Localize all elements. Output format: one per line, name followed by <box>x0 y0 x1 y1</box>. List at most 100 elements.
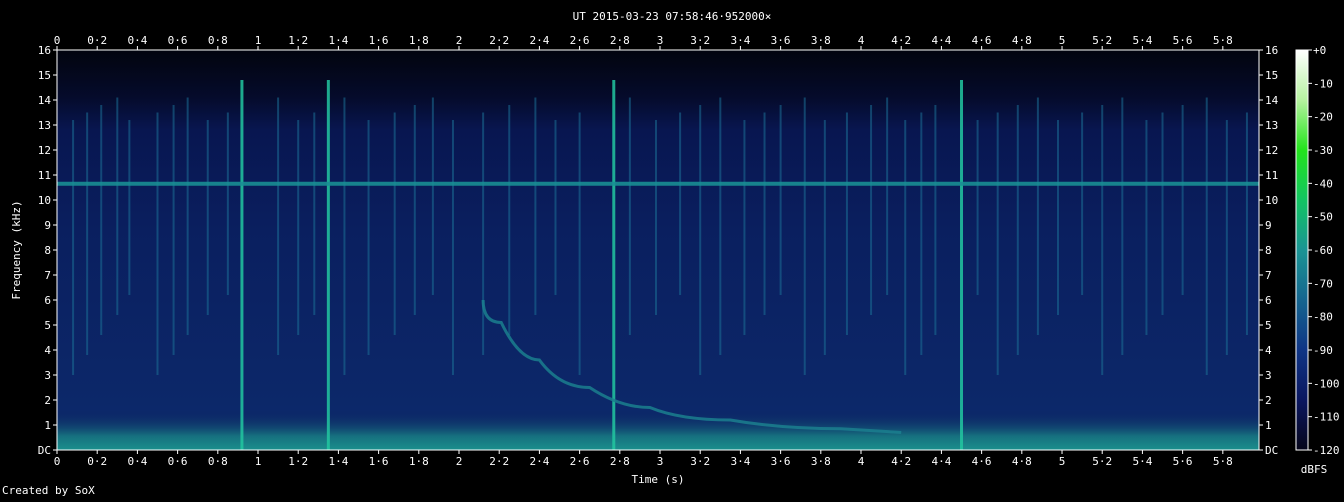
x-tick-label-bottom: 3·8 <box>811 455 831 468</box>
x-tick-label-top: 1·2 <box>288 34 308 47</box>
x-tick-label-bottom: 5·6 <box>1173 455 1193 468</box>
sferic-line <box>100 105 103 335</box>
sferic-line <box>72 120 75 375</box>
x-tick-label-bottom: 1 <box>255 455 262 468</box>
y-tick-label-left: 11 <box>38 169 51 182</box>
x-tick-label-bottom: 3·6 <box>771 455 791 468</box>
colorbar-tick-label: -70 <box>1313 277 1333 290</box>
spectrogram-chart: UT 2015-03-23 07:58:46·952000× 0 0 0·2 0·2 0… <box>2 10 1340 497</box>
y-tick-label-right: 12 <box>1265 144 1278 157</box>
sferic-line <box>845 112 848 335</box>
x-tick-label-top: 3·4 <box>730 34 750 47</box>
sferic-line <box>172 105 175 355</box>
x-tick-label-top: 0·4 <box>127 34 147 47</box>
x-tick-label-bottom: 5·8 <box>1213 455 1233 468</box>
sferic-line <box>393 112 396 335</box>
x-tick-label-bottom: 4·4 <box>931 455 951 468</box>
x-tick-label-top: 4 <box>858 34 865 47</box>
colorbar-tick-label: -80 <box>1313 311 1333 324</box>
y-tick-label-right: 6 <box>1265 294 1272 307</box>
sferic-line <box>128 120 131 295</box>
y-tick-label-left: DC <box>38 444 51 457</box>
sferic-line <box>743 120 746 335</box>
x-tick-label-top: 2·6 <box>570 34 590 47</box>
x-tick-label-top: 0·2 <box>87 34 107 47</box>
x-tick-label-top: 3 <box>657 34 664 47</box>
sferic-line <box>1245 112 1248 335</box>
sferic-line <box>920 112 923 355</box>
sferic-line <box>578 112 581 375</box>
y-tick-label-left: 16 <box>38 44 51 57</box>
x-tick-label-top: 4·6 <box>972 34 992 47</box>
sferic-line <box>451 120 454 375</box>
sferic-line <box>628 97 631 335</box>
sferic-line <box>508 105 511 335</box>
x-tick-label-top: 4·8 <box>1012 34 1032 47</box>
x-tick-label-bottom: 3·4 <box>730 455 750 468</box>
sferic-line <box>186 97 189 335</box>
strong-sferic-line <box>326 80 330 450</box>
plot-background <box>57 50 1259 450</box>
y-tick-label-right: 8 <box>1265 244 1272 257</box>
x-axis-label: Time (s) <box>632 473 685 486</box>
plot-area <box>56 49 1260 451</box>
low-frequency-band <box>57 410 1259 450</box>
x-tick-label-top: 5·4 <box>1132 34 1152 47</box>
colorbar-tick-label: -90 <box>1313 344 1333 357</box>
sferic-line <box>934 105 937 335</box>
x-tick-label-top: 2 <box>456 34 463 47</box>
x-tick-label-bottom: 1·8 <box>409 455 429 468</box>
strong-sferic-line <box>612 80 616 450</box>
strong-sferic-line <box>960 80 964 450</box>
x-tick-label-top: 1·4 <box>328 34 348 47</box>
y-tick-label-left: 4 <box>44 344 51 357</box>
sferic-line <box>1081 112 1084 295</box>
y-tick-label-right: 11 <box>1265 169 1278 182</box>
y-tick-label-right: 13 <box>1265 119 1278 132</box>
x-tick-label-top: 3·6 <box>771 34 791 47</box>
y-tick-label-left: 8 <box>44 244 51 257</box>
sferic-line <box>1056 120 1059 315</box>
sferic-line <box>413 105 416 315</box>
y-tick-label-right: 5 <box>1265 319 1272 332</box>
y-tick-label-right: 4 <box>1265 344 1272 357</box>
y-tick-label-right: 16 <box>1265 44 1278 57</box>
x-tick-label-bottom: 4·8 <box>1012 455 1032 468</box>
x-tick-label-bottom: 5·4 <box>1132 455 1152 468</box>
colorbar: +0 -10 -20 -30 -40 -50 -60 -70 -80 -90 -100 -110 -12… <box>1295 44 1340 476</box>
colorbar-tick-label: -20 <box>1313 111 1333 124</box>
tone-band <box>57 181 1259 186</box>
x-tick-label-bottom: 3 <box>657 455 664 468</box>
y-tick-label-right: 2 <box>1265 394 1272 407</box>
sferic-line <box>431 97 434 295</box>
colorbar-tick-label: -110 <box>1313 411 1340 424</box>
sferic-line <box>343 97 346 375</box>
y-tick-label-left: 7 <box>44 269 51 282</box>
y-tick-label-right: 9 <box>1265 219 1272 232</box>
sferic-line <box>1225 120 1228 355</box>
x-tick-label-top: 4·2 <box>891 34 911 47</box>
sferic-line <box>870 105 873 315</box>
sferic-line <box>679 112 682 295</box>
sferic-line <box>534 97 537 315</box>
sferic-line <box>904 120 907 375</box>
sferic-line <box>206 120 209 315</box>
x-tick-label-top: 4·4 <box>931 34 951 47</box>
sferic-line <box>719 97 722 355</box>
sferic-line <box>803 97 806 375</box>
sferic-line <box>554 120 557 295</box>
x-tick-label-bottom: 2 <box>456 455 463 468</box>
x-tick-label-bottom: 4·6 <box>972 455 992 468</box>
sferic-line <box>367 120 370 355</box>
created-by-credit: Created by SoX <box>2 484 95 497</box>
y-tick-label-left: 10 <box>38 194 51 207</box>
x-tick-label-bottom: 4·2 <box>891 455 911 468</box>
sferic-line <box>996 112 999 375</box>
x-tick-label-top: 1·8 <box>409 34 429 47</box>
colorbar-tick-label: -40 <box>1313 177 1333 190</box>
colorbar-gradient <box>1295 49 1309 451</box>
sferic-line <box>823 120 826 355</box>
sferic-line <box>1161 112 1164 315</box>
sferic-line <box>699 105 702 375</box>
colorbar-tick-label: -50 <box>1313 211 1333 224</box>
